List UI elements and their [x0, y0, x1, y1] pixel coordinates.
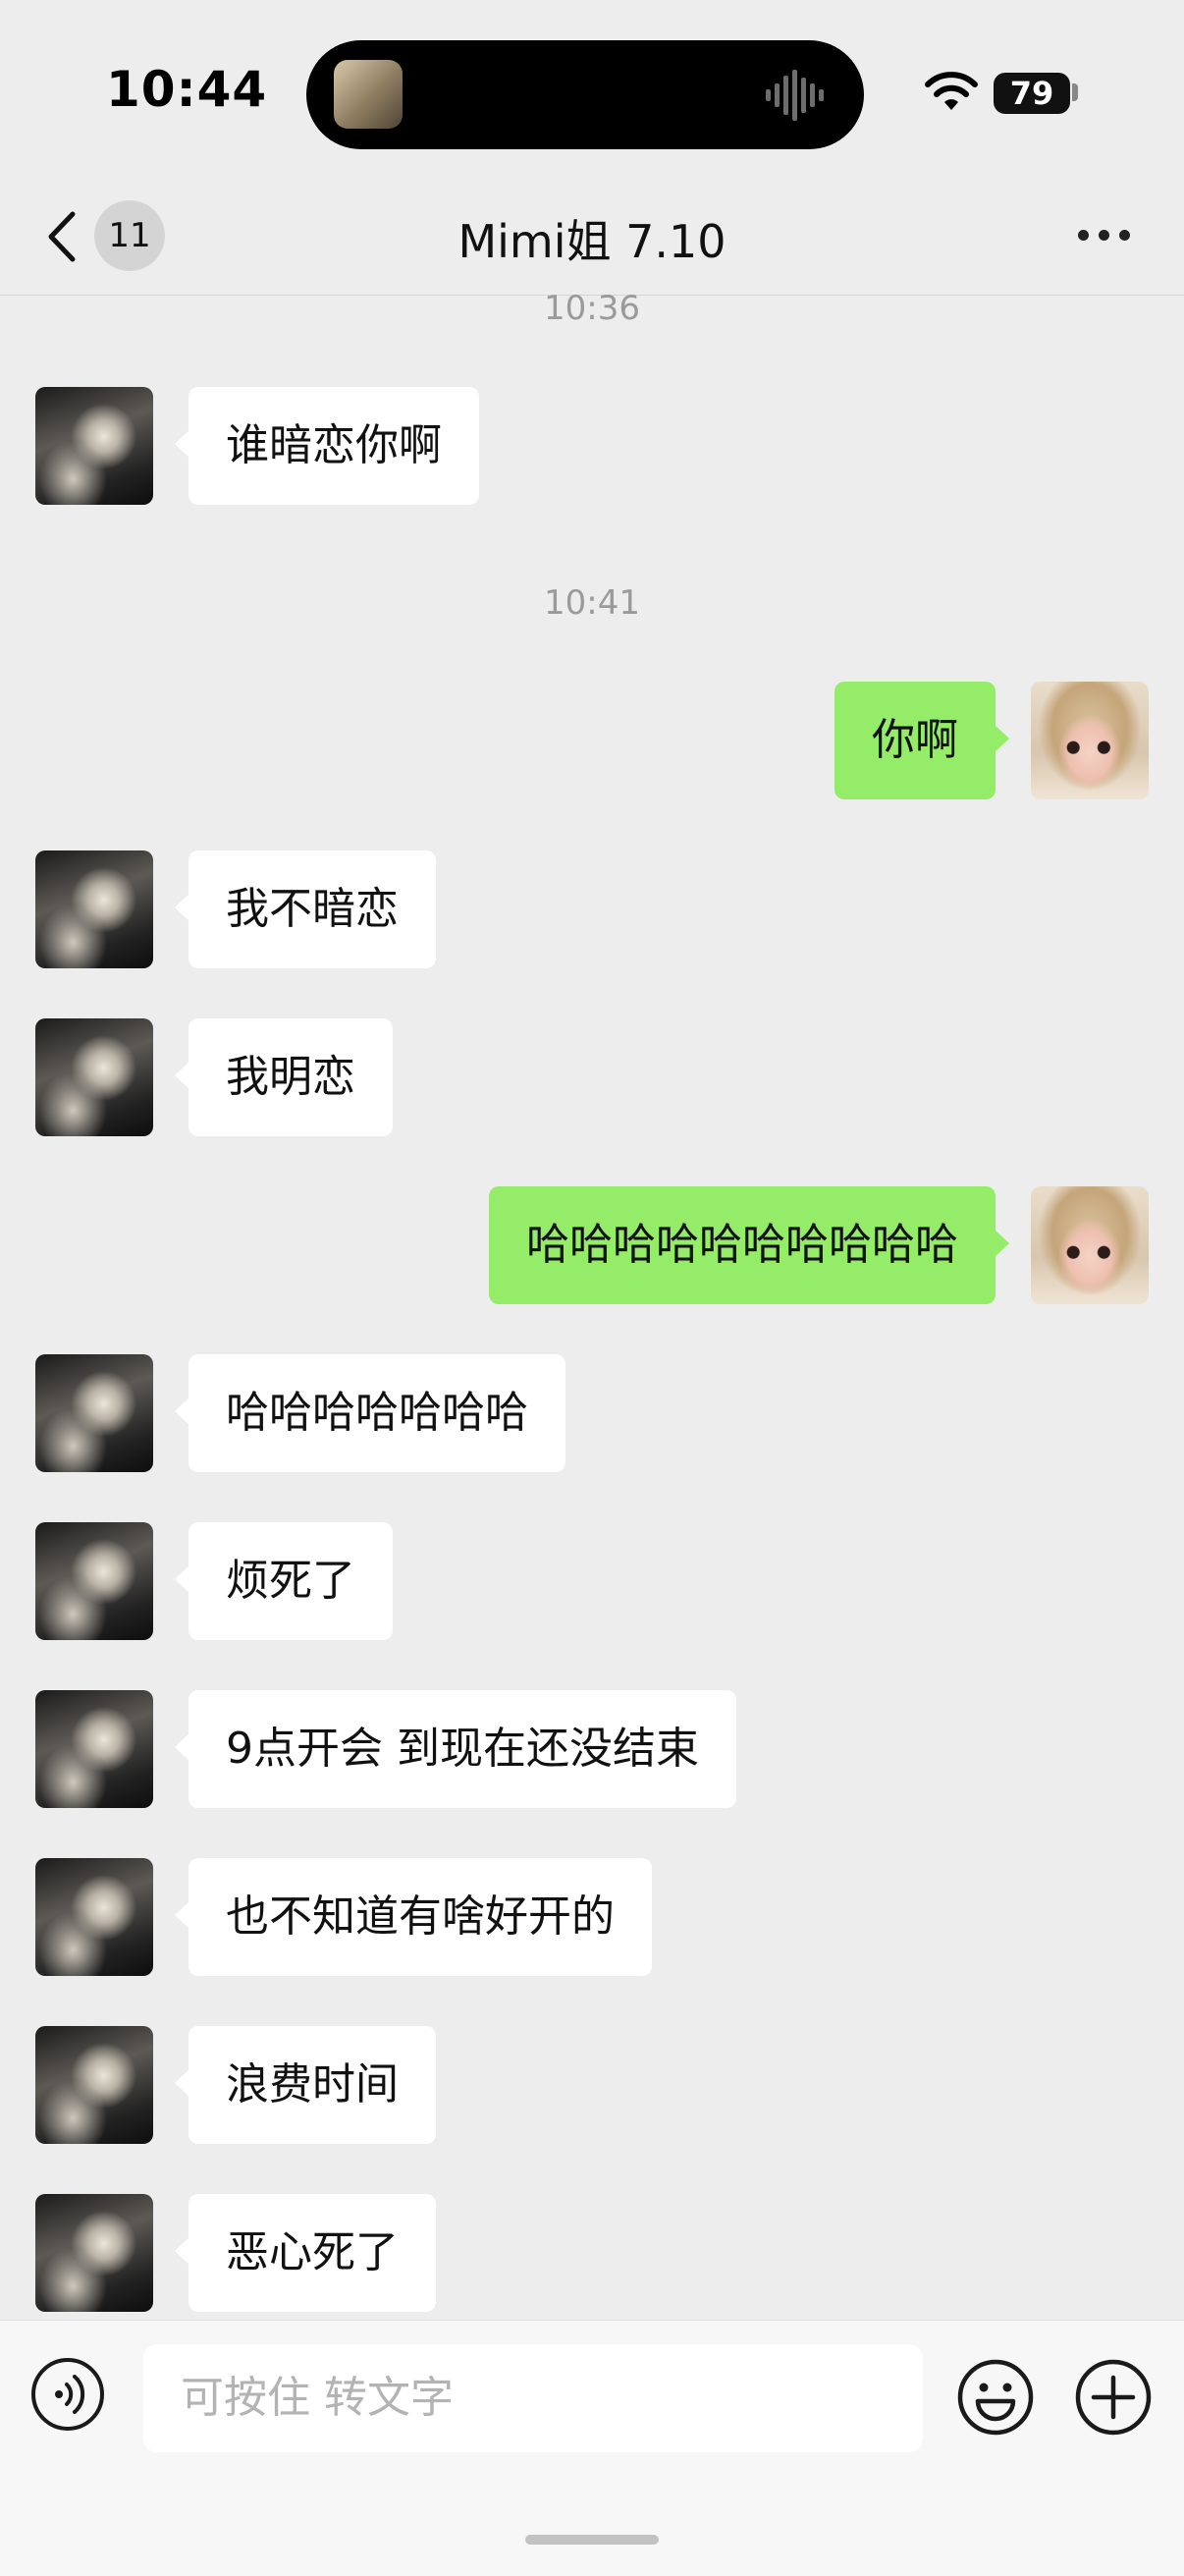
voice-icon	[55, 2375, 85, 2414]
message-row: 9点开会 到现在还没结束	[0, 1690, 1184, 1808]
emoji-icon[interactable]	[956, 2358, 1035, 2437]
friend-avatar[interactable]	[35, 1018, 153, 1136]
message-bubble[interactable]: 我不暗恋	[175, 850, 436, 968]
message-row: 我不暗恋	[0, 850, 1184, 968]
status-time: 10:44	[106, 61, 268, 118]
friend-avatar[interactable]	[35, 387, 153, 505]
dynamic-island[interactable]	[306, 40, 864, 149]
input-bar: 可按住 转文字	[0, 2320, 1184, 2576]
message-input[interactable]: 可按住 转文字	[143, 2344, 923, 2452]
message-list[interactable]: 10:36 谁暗恋你啊 10:41 你啊 我不暗恋 我明恋 哈哈哈哈哈哈哈哈哈哈…	[0, 295, 1184, 2320]
chat-header: 11 Mimi姐 7.10	[0, 177, 1184, 296]
message-bubble[interactable]: 我明恋	[175, 1018, 393, 1136]
audio-wave-icon	[766, 70, 824, 121]
message-bubble[interactable]: 烦死了	[175, 1522, 393, 1640]
friend-avatar[interactable]	[35, 1690, 153, 1808]
message-row: 我明恋	[0, 1018, 1184, 1136]
friend-avatar[interactable]	[35, 850, 153, 968]
friend-avatar[interactable]	[35, 2194, 153, 2312]
message-row: 你啊	[0, 682, 1184, 799]
message-row: 哈哈哈哈哈哈哈	[0, 1354, 1184, 1472]
chat-title: Mimi姐 7.10	[457, 215, 727, 268]
message-bubble[interactable]: 你啊	[834, 682, 1009, 799]
message-row: 恶心死了	[0, 2194, 1184, 2312]
message-bubble[interactable]: 恶心死了	[175, 2194, 436, 2312]
battery-tip	[1072, 83, 1078, 101]
battery-icon: 79	[994, 73, 1070, 114]
message-bubble[interactable]: 浪费时间	[175, 2026, 436, 2144]
message-row: 浪费时间	[0, 2026, 1184, 2144]
message-bubble[interactable]: 哈哈哈哈哈哈哈哈哈哈	[489, 1186, 1009, 1304]
message-row: 哈哈哈哈哈哈哈哈哈哈	[0, 1186, 1184, 1304]
message-row: 也不知道有啥好开的	[0, 1858, 1184, 1976]
now-playing-thumbnail	[334, 60, 403, 129]
self-avatar[interactable]	[1031, 682, 1149, 799]
status-bar: 10:44 79	[0, 0, 1184, 177]
home-indicator[interactable]	[525, 2535, 659, 2545]
timestamp: 10:41	[544, 583, 640, 623]
friend-avatar[interactable]	[35, 1354, 153, 1472]
self-avatar[interactable]	[1031, 1186, 1149, 1304]
message-row: 谁暗恋你啊	[0, 387, 1184, 505]
friend-avatar[interactable]	[35, 1858, 153, 1976]
more-dots-icon[interactable]	[1074, 216, 1133, 255]
message-row: 烦死了	[0, 1522, 1184, 1640]
timestamp: 10:36	[544, 295, 640, 328]
message-bubble[interactable]: 也不知道有啥好开的	[175, 1858, 652, 1976]
wifi-icon	[925, 72, 978, 110]
plus-icon[interactable]	[1074, 2358, 1153, 2437]
friend-avatar[interactable]	[35, 2026, 153, 2144]
voice-button[interactable]	[31, 2358, 104, 2431]
friend-avatar[interactable]	[35, 1522, 153, 1640]
message-bubble[interactable]: 9点开会 到现在还没结束	[175, 1690, 736, 1808]
message-bubble[interactable]: 谁暗恋你啊	[175, 387, 479, 505]
message-bubble[interactable]: 哈哈哈哈哈哈哈	[175, 1354, 565, 1472]
